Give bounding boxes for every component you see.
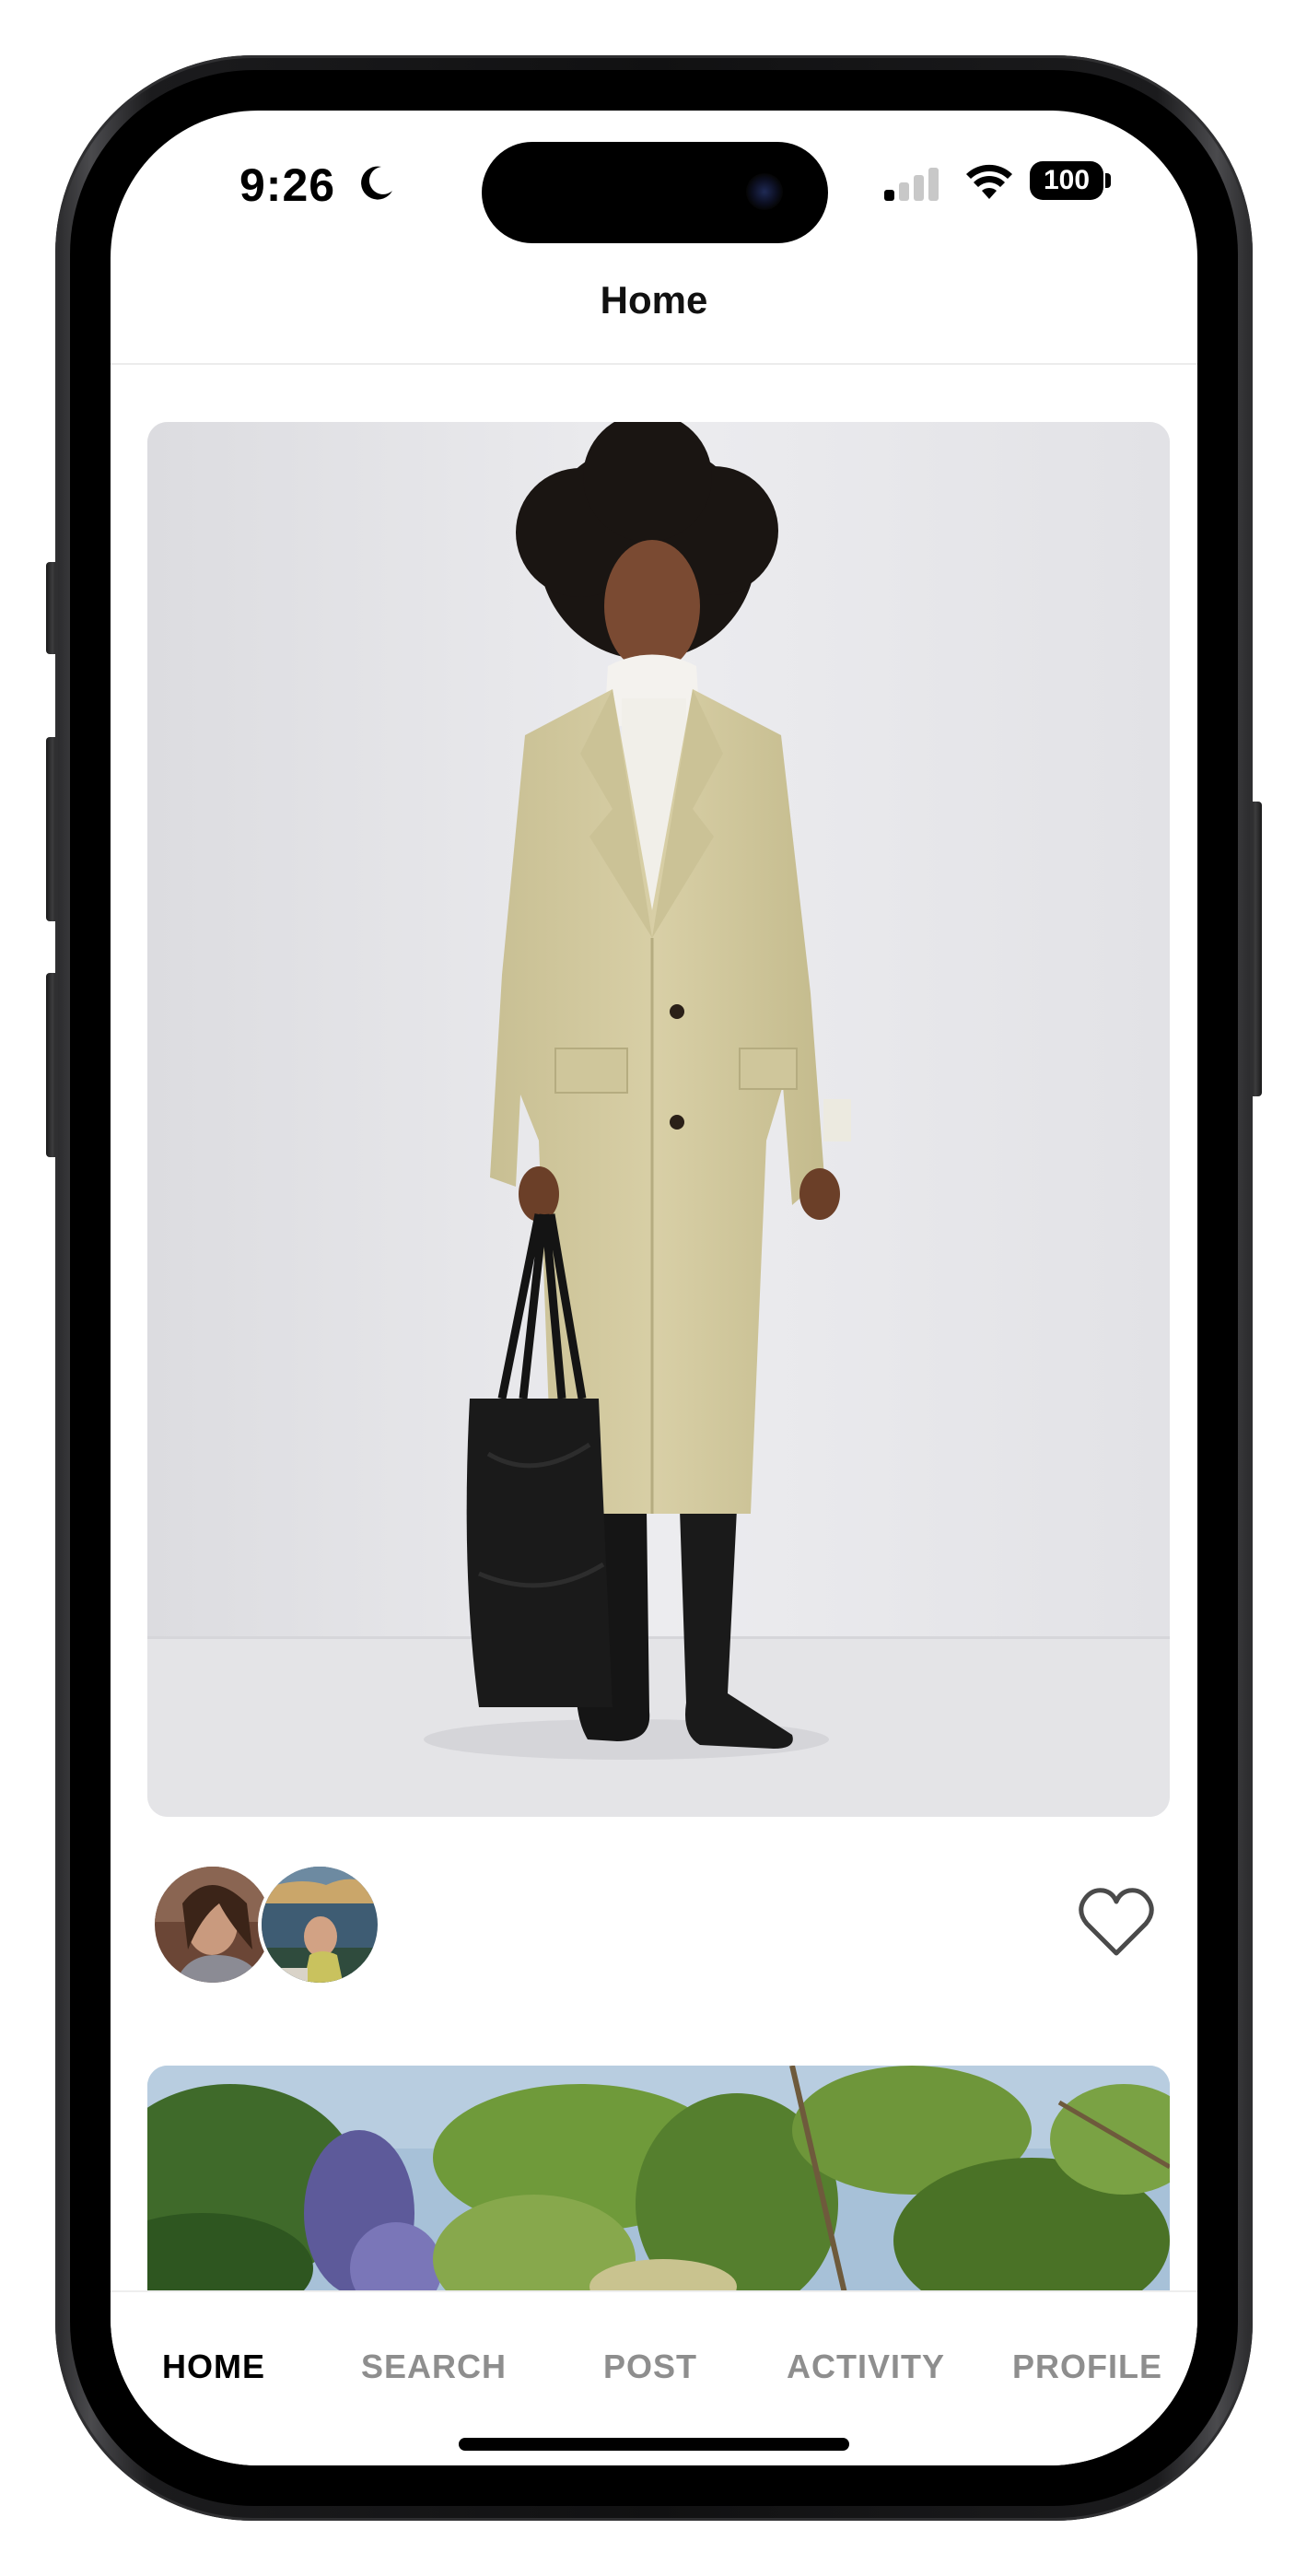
tab-search[interactable]: SEARCH (361, 2348, 507, 2386)
wifi-icon (966, 164, 1012, 199)
avatar[interactable] (151, 1863, 274, 1986)
page-title: Home (600, 278, 708, 322)
camera-icon (746, 173, 783, 210)
moon-icon (361, 166, 392, 200)
post-image[interactable] (147, 422, 1170, 1817)
avatar-photo (155, 1867, 271, 1983)
home-indicator[interactable] (459, 2438, 849, 2451)
tab-home[interactable]: HOME (162, 2348, 265, 2386)
avatar-photo (262, 1867, 378, 1983)
device-stage: 9:26 100 Home HOME SEARCH POST ACTIVITY … (0, 0, 1307, 2576)
tab-post[interactable]: POST (603, 2348, 697, 2386)
status-time: 9:26 (239, 159, 336, 211)
plant-photo (147, 2066, 1170, 2305)
phone-screen: 9:26 100 Home HOME SEARCH POST ACTIVITY … (111, 111, 1197, 2465)
tab-profile[interactable]: PROFILE (1012, 2348, 1162, 2386)
tab-activity[interactable]: ACTIVITY (787, 2348, 945, 2386)
fashion-photo (147, 422, 1170, 1817)
signal-icon (884, 168, 941, 201)
heart-outline-icon[interactable] (1078, 1887, 1155, 1959)
avatar[interactable] (258, 1863, 381, 1986)
battery-icon: 100 (1030, 161, 1103, 200)
battery-tip (1105, 173, 1111, 188)
post-image[interactable] (147, 2066, 1170, 2305)
header-divider (111, 363, 1197, 365)
